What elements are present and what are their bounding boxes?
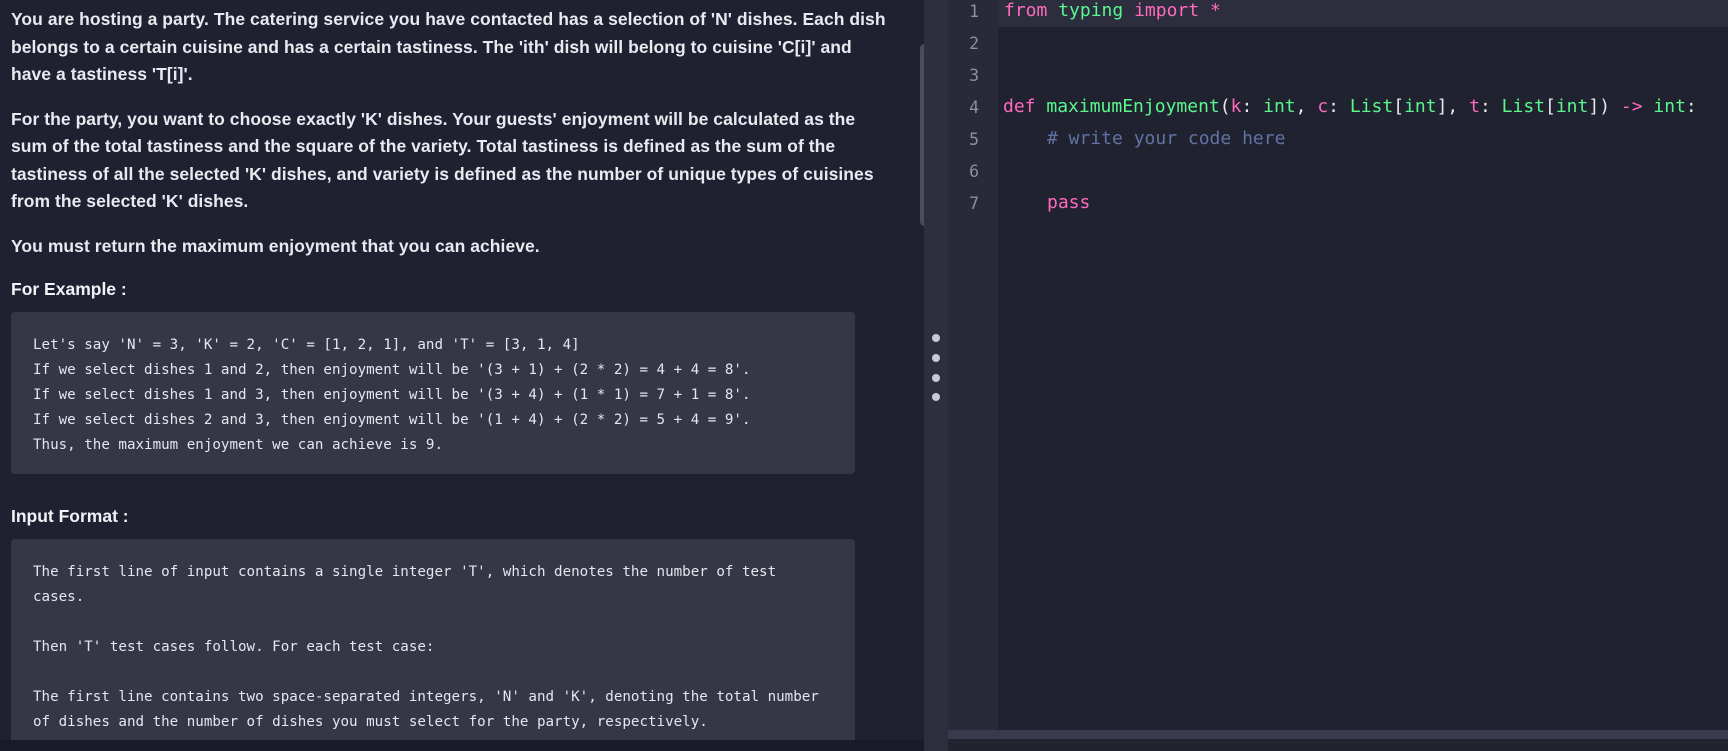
line-number: 1 bbox=[969, 2, 979, 21]
code-line-4[interactable]: def maximumEnjoyment(k: int, c: List[int… bbox=[1003, 96, 1697, 117]
input-line-3: The first line contains two space-separa… bbox=[33, 689, 828, 730]
example-line-2: If we select dishes 1 and 2, then enjoym… bbox=[33, 362, 751, 378]
line-number-gutter: 1 2 3 4 5 6 7 bbox=[948, 0, 998, 730]
example-line-1: Let's say 'N' = 3, 'K' = 2, 'C' = [1, 2,… bbox=[33, 337, 580, 353]
problem-paragraph-2: For the party, you want to choose exactl… bbox=[11, 108, 874, 212]
drag-dot-icon bbox=[932, 354, 940, 362]
problem-paragraph-3: You must return the maximum enjoyment th… bbox=[11, 235, 540, 256]
line-number: 7 bbox=[969, 194, 979, 213]
line-number: 2 bbox=[969, 34, 979, 53]
line-number: 6 bbox=[969, 162, 979, 181]
editor-bottom-bar bbox=[948, 739, 1728, 751]
panel-resize-handle[interactable] bbox=[924, 0, 948, 751]
code-line-7[interactable]: pass bbox=[1047, 192, 1090, 213]
problem-bottom-bar bbox=[0, 740, 924, 751]
input-line-1: The first line of input contains a singl… bbox=[33, 564, 785, 605]
drag-dot-icon bbox=[932, 334, 940, 342]
input-line-2: Then 'T' test cases follow. For each tes… bbox=[33, 639, 435, 655]
code-editor[interactable]: 1 2 3 4 5 6 7 from typing import * def m… bbox=[948, 0, 1728, 751]
drag-dot-icon bbox=[932, 374, 940, 382]
example-line-3: If we select dishes 1 and 3, then enjoym… bbox=[33, 387, 751, 403]
line-number: 4 bbox=[969, 98, 979, 117]
line-number: 5 bbox=[969, 130, 979, 149]
problem-panel: You are hosting a party. The catering se… bbox=[0, 0, 924, 751]
example-heading: For Example : bbox=[11, 279, 127, 299]
line-number: 3 bbox=[969, 66, 979, 85]
problem-content: You are hosting a party. The catering se… bbox=[11, 6, 891, 751]
code-line-1[interactable]: from typing import * bbox=[1004, 0, 1221, 21]
input-format-heading: Input Format : bbox=[11, 506, 129, 526]
problem-paragraph-1: You are hosting a party. The catering se… bbox=[11, 9, 886, 84]
example-line-4: If we select dishes 2 and 3, then enjoym… bbox=[33, 412, 751, 428]
app-root: You are hosting a party. The catering se… bbox=[0, 0, 1728, 751]
drag-dot-icon bbox=[932, 393, 940, 401]
input-format-block: The first line of input contains a singl… bbox=[11, 539, 855, 751]
example-line-5: Thus, the maximum enjoyment we can achie… bbox=[33, 437, 443, 453]
example-block: Let's say 'N' = 3, 'K' = 2, 'C' = [1, 2,… bbox=[11, 312, 855, 474]
editor-horizontal-scrollbar[interactable] bbox=[948, 730, 1728, 739]
code-line-5[interactable]: # write your code here bbox=[1047, 128, 1285, 149]
